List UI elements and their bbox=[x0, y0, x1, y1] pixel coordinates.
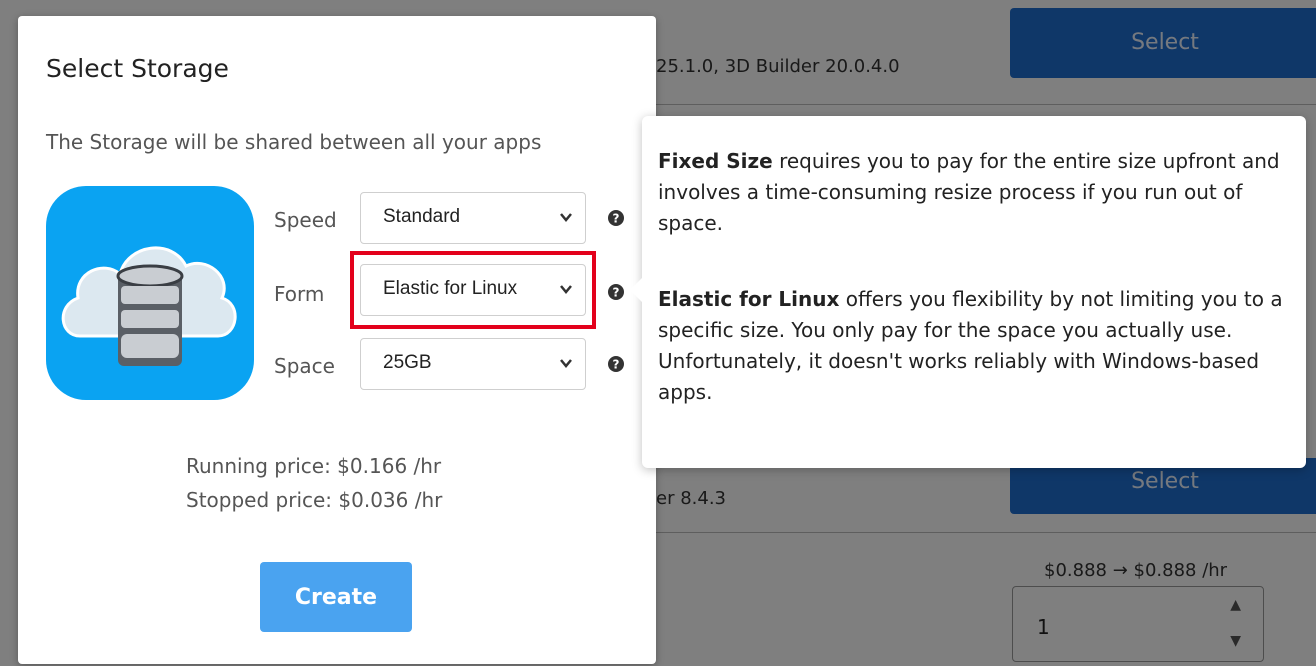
help-icon[interactable]: ? bbox=[608, 210, 624, 226]
running-price: Running price: $0.166 /hr bbox=[186, 454, 442, 478]
chevron-down-icon bbox=[560, 359, 572, 368]
space-select-value: 25GB bbox=[383, 352, 432, 373]
elastic-term: Elastic for Linux bbox=[658, 287, 840, 311]
select-storage-modal: Select Storage The Storage will be share… bbox=[18, 16, 656, 664]
help-icon[interactable]: ? bbox=[608, 356, 624, 372]
svg-text:?: ? bbox=[613, 358, 620, 372]
highlight-box bbox=[350, 251, 596, 329]
speed-select-value: Standard bbox=[383, 206, 461, 227]
create-button[interactable]: Create bbox=[260, 562, 412, 632]
modal-title: Select Storage bbox=[46, 54, 229, 83]
chevron-down-icon bbox=[560, 213, 572, 222]
svg-text:?: ? bbox=[613, 212, 620, 226]
fixed-size-description: Fixed Size requires you to pay for the e… bbox=[658, 146, 1288, 239]
space-select[interactable]: 25GB bbox=[360, 338, 586, 390]
svg-text:?: ? bbox=[613, 286, 620, 300]
modal-subtitle: The Storage will be shared between all y… bbox=[46, 130, 542, 154]
form-label: Form bbox=[274, 282, 325, 306]
form-help-tooltip: Fixed Size requires you to pay for the e… bbox=[630, 116, 1306, 468]
tooltip-arrow bbox=[630, 276, 644, 304]
elastic-description: Elastic for Linux offers you flexibility… bbox=[658, 284, 1288, 408]
space-label: Space bbox=[274, 354, 335, 378]
cloud-database-icon bbox=[46, 186, 254, 400]
speed-label: Speed bbox=[274, 208, 337, 232]
fixed-size-term: Fixed Size bbox=[658, 149, 773, 173]
stopped-price: Stopped price: $0.036 /hr bbox=[186, 488, 443, 512]
speed-select[interactable]: Standard bbox=[360, 192, 586, 244]
help-icon[interactable]: ? bbox=[608, 284, 624, 300]
